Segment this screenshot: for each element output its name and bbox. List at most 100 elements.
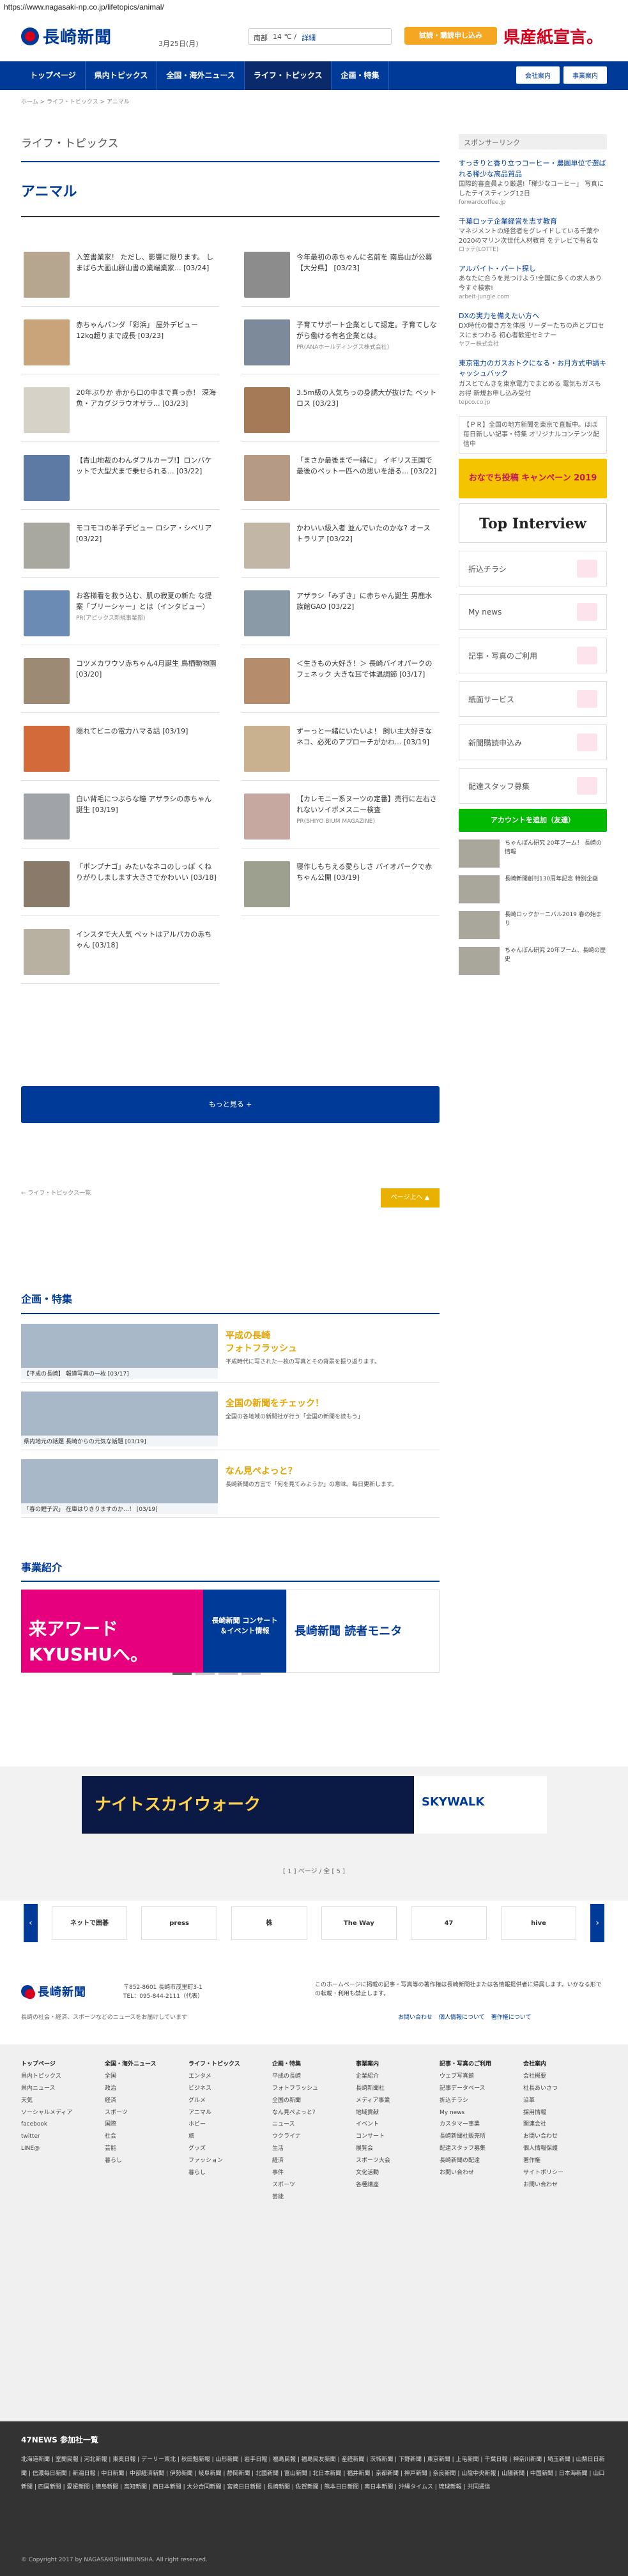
ad-title[interactable]: DXの実力を備えたい方へ — [459, 311, 607, 322]
nav-item[interactable]: ライフ・トピックス — [244, 61, 332, 90]
article-card[interactable]: ＜生きもの大好き！＞ 長崎バイオパークのフェネック 大きな耳で体温調節 [03/… — [241, 656, 440, 713]
article-card[interactable]: 3.5m級の人気ちっの身誘大が抜けた ベットロス [03/23] — [241, 385, 440, 442]
feature-item[interactable]: 県内地元の話題 長崎からの元気な話題 [03/19] 全国の新聞をチェック！ 全国の… — [21, 1392, 440, 1450]
footer-column-link[interactable]: ビジネス — [188, 2083, 268, 2095]
article-card[interactable]: ずーっと一緒にいたいよ！ 飼い主大好きなネコ、必死のアプローチがかわ... [0… — [241, 723, 440, 781]
company-info-button[interactable]: 会社案内 — [516, 66, 560, 84]
footer-column-link[interactable]: フォトフラッシュ — [272, 2083, 352, 2095]
nav-item[interactable]: 全国・海外ニュース — [157, 61, 245, 90]
footer-column-link[interactable]: ウェブ写真館 — [440, 2071, 519, 2083]
article-thumbnail[interactable] — [244, 319, 290, 365]
partner-logo[interactable]: 47 — [411, 1906, 487, 1940]
ad-url[interactable]: arbeit-jungle.com — [459, 293, 607, 302]
article-thumbnail[interactable] — [24, 929, 70, 975]
ad-url[interactable]: ヤフー株式会社 — [459, 341, 607, 349]
article-title[interactable]: インスタで大人気 ペットはアルパカの赤ちゃん [03/18] — [76, 930, 211, 949]
footer-link[interactable]: 個人情報について — [439, 2012, 485, 2021]
weather-detail-link[interactable]: 詳細 — [302, 33, 316, 42]
footer-column-link[interactable]: 長崎新聞社販売所 — [440, 2131, 519, 2143]
footer-column-link[interactable]: スポーツ — [272, 2179, 352, 2191]
feature-image[interactable]: 【平成の長崎】 報道写真の一枚 [03/17] — [21, 1324, 218, 1379]
article-thumbnail[interactable] — [24, 726, 70, 772]
article-card[interactable]: 入笠書業家！ ただし、影響に限ります。 しまばら大画山群山書の業端業家... [… — [21, 249, 219, 307]
article-card[interactable]: 寝作しもちえる愛らしさ バイオパークで赤ちゃん公開 [03/19] — [241, 859, 440, 916]
article-title[interactable]: 【カレモニー系ヌーツの定番】売行に左右されないソイポメスニー検査 — [296, 795, 437, 814]
feature-image[interactable]: 県内地元の話題 長崎からの元気な話題 [03/19] — [21, 1392, 218, 1446]
footer-column-link[interactable]: スポーツ — [105, 2107, 185, 2119]
article-title[interactable]: アザラシ「みずき」に赤ちゃん誕生 男鹿水族館GAO [03/22] — [296, 592, 432, 611]
footer-column-link[interactable]: お問い合わせ — [440, 2167, 519, 2179]
article-title[interactable]: 子育てサポート企業として認定。子育てしながら働ける有名企業とは。 — [296, 321, 437, 340]
article-thumbnail[interactable] — [24, 658, 70, 704]
footer-column-link[interactable]: 会社概要 — [523, 2071, 603, 2083]
footer-column-link[interactable]: アニマル — [188, 2107, 268, 2119]
sidebar-news-title[interactable]: 長崎ロックかーニバル2019 春の始まり — [505, 911, 607, 939]
footer-column-link[interactable]: メディア事業 — [356, 2095, 436, 2107]
footer-column-link[interactable]: ニュース — [272, 2119, 352, 2131]
footer-column-link[interactable]: 関連会社 — [523, 2119, 603, 2131]
article-card[interactable]: モコモコの羊子デビュー ロシア・シベリア [03/22] — [21, 520, 219, 578]
skywalk-ad-banner[interactable]: ナイトスカイウォーク SKYWALK — [82, 1776, 547, 1834]
campaign-banner[interactable]: おなでち投稿 キャンペーン 2019 — [459, 459, 607, 498]
footer-column-link[interactable]: カスタマー事業 — [440, 2119, 519, 2131]
footer-column-link[interactable]: twitter — [21, 2131, 101, 2143]
carousel-dot[interactable] — [241, 1673, 261, 1675]
footer-column-link[interactable]: 著作権 — [523, 2155, 603, 2167]
article-thumbnail[interactable] — [24, 455, 70, 501]
footer-column-heading[interactable]: 企画・特集 — [272, 2058, 352, 2071]
feature-title[interactable]: なん見ぺよっと？ — [226, 1464, 427, 1477]
partner-logo[interactable]: The Way — [321, 1906, 397, 1940]
sidebar-news-item[interactable]: ちゃんぽん研究 20年ブーム！ 長崎の情報 — [459, 839, 607, 868]
footer-column-link[interactable]: 記事データベース — [440, 2083, 519, 2095]
footer-column-link[interactable]: お問い合わせ — [523, 2179, 603, 2191]
article-title[interactable]: 【青山地裁のわんダフルカーブ!】ロンバケットで大型犬まで乗せられる... [03… — [76, 456, 211, 475]
footer-column-link[interactable]: 生活 — [272, 2143, 352, 2155]
address-bar[interactable]: https://www.nagasaki-np.co.jp/lifetopics… — [0, 0, 628, 14]
footer-column-link[interactable]: 芸能 — [272, 2191, 352, 2204]
footer-column-link[interactable]: 事件 — [272, 2167, 352, 2179]
ad-title[interactable]: アルバイト・パート探し — [459, 264, 607, 275]
partner-logo[interactable]: 株 — [231, 1906, 307, 1940]
partner-logo[interactable]: hive — [500, 1906, 577, 1940]
promo-banner[interactable]: 県産紙宣言。 — [503, 24, 603, 48]
ad-url[interactable]: forwardcoffee.jp — [459, 199, 607, 208]
article-title[interactable]: 隠れてビニの電力ハマる話 [03/19] — [76, 727, 188, 735]
article-thumbnail[interactable] — [244, 455, 290, 501]
nav-item[interactable]: トップページ — [21, 61, 86, 90]
footer-column-link[interactable]: 社長あいさつ — [523, 2083, 603, 2095]
footer-column-link[interactable]: グッズ — [188, 2143, 268, 2155]
footer-column-link[interactable]: 企業紹介 — [356, 2071, 436, 2083]
sidebar-notice[interactable]: 【ＰＲ】全国の地方新聞を東京で直販中。ほぼ毎日新しい記事・特集 オリジナルコンテ… — [459, 416, 607, 454]
footer-column-link[interactable]: 国際 — [105, 2119, 185, 2131]
article-thumbnail[interactable] — [24, 387, 70, 433]
article-thumbnail[interactable] — [244, 590, 290, 636]
article-title[interactable]: ずーっと一緒にいたいよ！ 飼い主大好きなネコ、必死のアプローチがかわ... [0… — [296, 727, 432, 746]
breadcrumb[interactable]: ホーム > ライフ・トピックス > アニマル — [21, 97, 607, 105]
footer-column-link[interactable]: ホビー — [188, 2119, 268, 2131]
article-title[interactable]: ＜生きもの大好き！＞ 長崎バイオパークのフェネック 大きな耳で体温調節 [03/… — [296, 659, 433, 678]
article-thumbnail[interactable] — [24, 861, 70, 907]
footer-column-link[interactable]: イベント — [356, 2119, 436, 2131]
footer-column-link[interactable]: 全国 — [105, 2071, 185, 2083]
article-card[interactable]: 白い背毛につぶらな瞳 アザラシの赤ちゃん誕生 [03/19] — [21, 791, 219, 848]
footer-column-link[interactable]: お問い合わせ — [523, 2131, 603, 2143]
sidebar-news-thumb[interactable] — [459, 911, 500, 939]
footer-column-link[interactable]: My news — [440, 2107, 519, 2119]
feature-image[interactable]: 「春の鯉子沢」 在庫はりきりますのか…！ [03/19] — [21, 1459, 218, 1514]
footer-column-link[interactable]: ファッション — [188, 2155, 268, 2167]
footer-column-link[interactable]: 旅 — [188, 2131, 268, 2143]
footer-column-link[interactable]: スポーツ大会 — [356, 2155, 436, 2167]
trial-subscribe-button[interactable]: 試読・購読申し込み — [404, 27, 497, 45]
footer-column-link[interactable]: コンサート — [356, 2131, 436, 2143]
footer-column-link[interactable]: 展覧会 — [356, 2143, 436, 2155]
sponsored-ad[interactable]: DXの実力を備えたい方へ DX時代の働き方を体感 リーダーたちの声とプロセスにまつ… — [459, 311, 607, 349]
footer-column-link[interactable]: 地域貢献 — [356, 2107, 436, 2119]
business-slide[interactable]: 長崎新聞 コンサート＆イベント情報 — [203, 1590, 286, 1673]
article-title[interactable]: 寝作しもちえる愛らしさ バイオパークで赤ちゃん公開 [03/19] — [296, 862, 432, 882]
article-thumbnail[interactable] — [244, 252, 290, 298]
network-links[interactable]: 北海道新聞 | 室蘭民報 | 河北新報 | 東奥日報 | デーリー東北 | 秋田… — [21, 2453, 607, 2495]
article-title[interactable]: 20年ぶりか 赤から口の中まで真っ赤！ 深海魚・アカグジラウオザラ... [03… — [76, 388, 216, 408]
partner-logo[interactable]: ネットで囲碁 — [51, 1906, 128, 1940]
footer-column-link[interactable]: 個人情報保護 — [523, 2143, 603, 2155]
footer-column-link[interactable]: 長崎新聞の配達 — [440, 2155, 519, 2167]
